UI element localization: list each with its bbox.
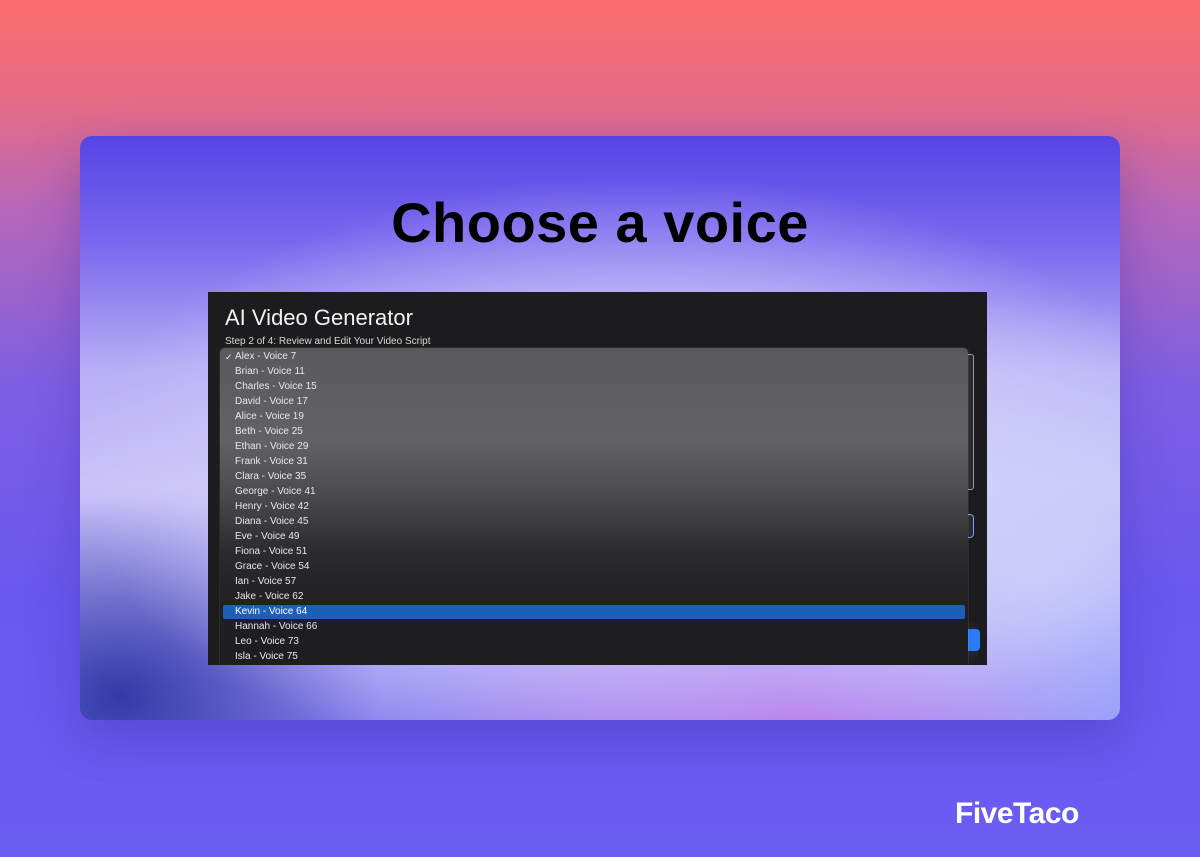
voice-option-label: Clara - Voice 35 [235,471,307,482]
voice-option[interactable]: Frank - Voice 31 [223,455,965,469]
slide-card: Choose a voice AI Video Generator Step 2… [80,136,1120,720]
voice-option-label: Diana - Voice 45 [235,516,309,527]
voice-option-label: Brian - Voice 11 [235,366,305,377]
voice-option[interactable]: Alice - Voice 19 [223,410,965,424]
voice-option[interactable]: Fiona - Voice 51 [223,545,965,559]
voice-option-label: Leo - Voice 73 [235,636,299,647]
voice-option-label: George - Voice 41 [235,486,316,497]
voice-option[interactable]: Jake - Voice 62 [223,590,965,604]
voice-option[interactable]: Isla - Voice 75 [223,650,965,664]
voice-option-label: Alex - Voice 7 [235,351,297,362]
voice-option[interactable]: Eve - Voice 49 [223,530,965,544]
voice-option[interactable]: ✓ Alex - Voice 7 [223,350,965,364]
voice-option[interactable]: Leo - Voice 73 [223,635,965,649]
voice-option[interactable]: George - Voice 41 [223,485,965,499]
checkmark-icon: ✓ [225,352,233,362]
voice-option-label: Eve - Voice 49 [235,531,300,542]
slide-heading: Choose a voice [391,191,809,254]
voice-option-label: Ethan - Voice 29 [235,441,309,452]
voice-option-label: Fiona - Voice 51 [235,546,308,557]
voice-option[interactable]: Henry - Voice 42 [223,500,965,514]
brand-logo: FiveTaco [955,797,1079,830]
voice-option-label: Hannah - Voice 66 [235,621,318,632]
voice-option[interactable]: Ian - Voice 57 [223,575,965,589]
voice-option-label: Alice - Voice 19 [235,411,304,422]
voice-option[interactable]: Brian - Voice 11 [223,365,965,379]
voice-option-label: David - Voice 17 [235,396,308,407]
app-title: AI Video Generator [225,305,413,330]
step-indicator: Step 2 of 4: Review and Edit Your Video … [225,336,431,347]
voice-option-label: Beth - Voice 25 [235,426,303,437]
voice-option[interactable]: Beth - Voice 25 [223,425,965,439]
voice-option-label: Grace - Voice 54 [235,561,310,572]
voice-option-label: Jake - Voice 62 [235,591,304,602]
voice-option[interactable]: David - Voice 17 [223,395,965,409]
voice-option-label: Charles - Voice 15 [235,381,317,392]
voice-option[interactable]: Clara - Voice 35 [223,470,965,484]
voice-option[interactable]: Diana - Voice 45 [223,515,965,529]
voice-option-label: Kevin - Voice 64 [235,606,308,617]
voice-option-label: Ian - Voice 57 [235,576,297,587]
voice-option-label: Frank - Voice 31 [235,456,308,467]
voice-option[interactable]: Hannah - Voice 66 [223,620,965,634]
voice-dropdown-list[interactable]: ✓ Alex - Voice 7 Brian - Voice 11 Charles -… [220,348,968,665]
voice-option-label: Henry - Voice 42 [235,501,309,512]
voice-option-label: Isla - Voice 75 [235,651,298,662]
voice-option[interactable]: Ethan - Voice 29 [223,440,965,454]
voice-option[interactable]: Charles - Voice 15 [223,380,965,394]
voice-option[interactable]: Grace - Voice 54 [223,560,965,574]
app-window: AI Video Generator Step 2 of 4: Review a… [208,292,987,665]
voice-option[interactable]: Kevin - Voice 64 [223,605,965,619]
